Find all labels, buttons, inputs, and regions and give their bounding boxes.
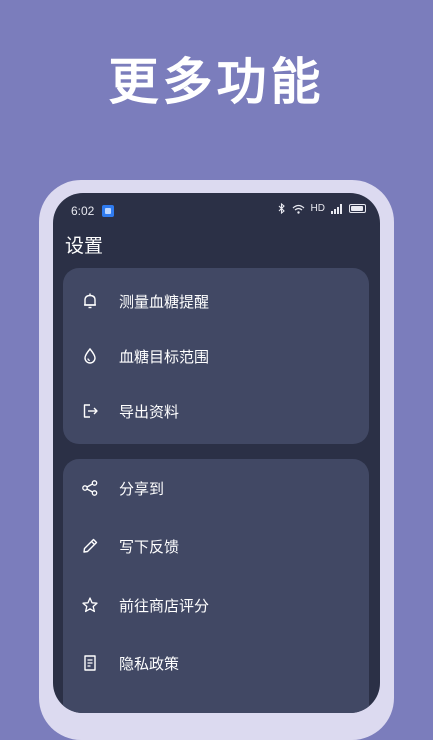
star-icon: [81, 596, 99, 614]
promo-headline: 更多功能: [108, 53, 325, 111]
status-icons: HD: [278, 203, 366, 214]
pencil-icon: [81, 537, 99, 555]
page-title: 设置: [65, 235, 104, 257]
settings-card-more: 分享到 写下反馈 前往商店评分 隐私政策: [63, 459, 369, 713]
menu-item-label: 导出资料: [119, 403, 180, 421]
menu-item-glucose-target-range[interactable]: 血糖目标范围: [63, 333, 369, 379]
bluetooth-icon: [278, 203, 286, 214]
menu-item-glucose-reminder[interactable]: 测量血糖提醒: [63, 278, 369, 324]
settings-card-general: 测量血糖提醒 血糖目标范围 导出资料: [63, 268, 369, 444]
export-icon: [81, 402, 99, 420]
menu-item-label: 血糖目标范围: [119, 348, 210, 366]
drop-icon: [81, 347, 99, 365]
document-icon: [81, 654, 99, 672]
status-bar: 6:02 HD: [53, 193, 380, 227]
menu-item-label: 测量血糖提醒: [119, 293, 210, 311]
menu-item-feedback[interactable]: 写下反馈: [63, 523, 369, 569]
bell-icon: [81, 292, 99, 310]
network-type-label: HD: [310, 203, 325, 214]
menu-item-label: 写下反馈: [119, 538, 180, 556]
menu-item-export-data[interactable]: 导出资料: [63, 388, 369, 434]
menu-item-label: 隐私政策: [119, 655, 180, 673]
menu-item-label: 前往商店评分: [119, 597, 210, 615]
wifi-icon: [292, 204, 305, 214]
menu-item-label: 分享到: [119, 480, 165, 498]
status-time: 6:02: [71, 204, 95, 218]
app-badge-icon: [102, 205, 114, 217]
battery-icon: [349, 204, 366, 213]
phone-screen: 6:02 HD 设置 测量血糖提醒 血糖目标范围 导出资料 分享到 写下反馈 前…: [53, 193, 380, 713]
share-icon: [81, 479, 99, 497]
signal-icon: [331, 203, 343, 214]
menu-item-privacy-policy[interactable]: 隐私政策: [63, 640, 369, 686]
menu-item-share[interactable]: 分享到: [63, 465, 369, 511]
menu-item-rate-in-store[interactable]: 前往商店评分: [63, 582, 369, 628]
